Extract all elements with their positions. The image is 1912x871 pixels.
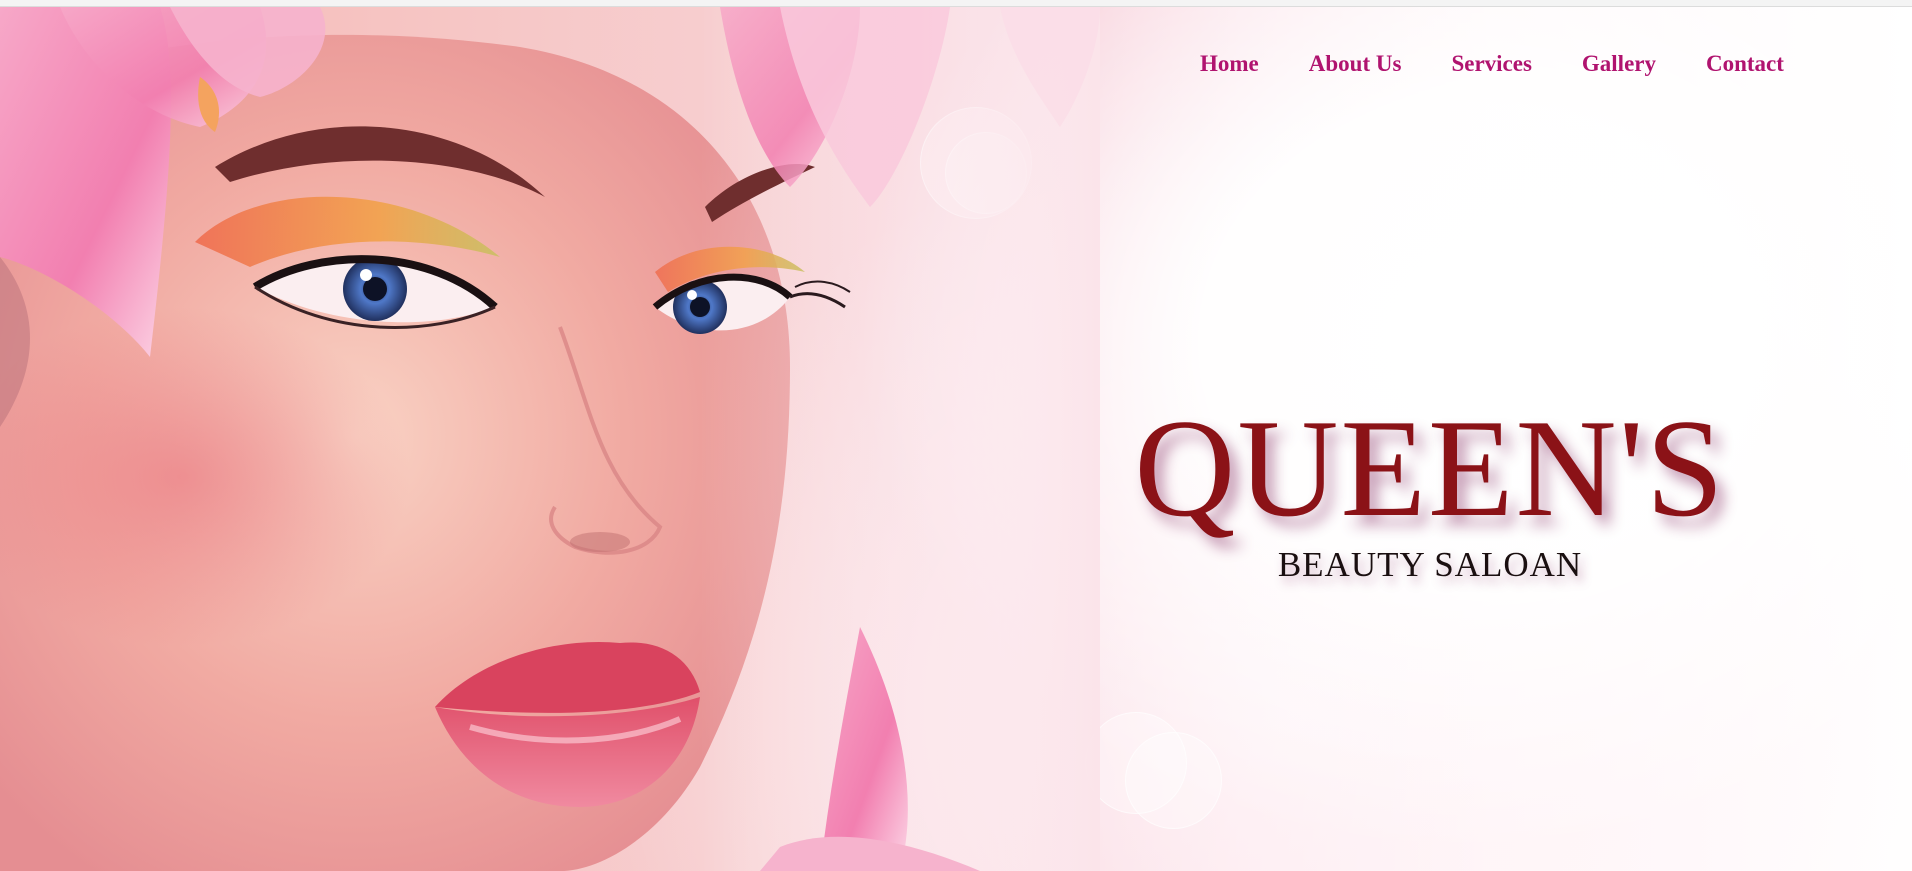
nav-link-services[interactable]: Services [1451,51,1531,77]
nav-link-contact[interactable]: Contact [1706,51,1784,77]
bokeh-light [1125,732,1222,829]
main-navigation: Home About Us Services Gallery Contact [1200,51,1834,77]
nav-link-home[interactable]: Home [1200,51,1259,77]
nav-link-about-us[interactable]: About Us [1309,51,1402,77]
browser-top-border [0,0,1912,7]
brand-title: QUEEN'S [1134,391,1726,546]
brand-subtitle: BEAUTY SALOAN [1277,545,1583,584]
hero-brand: QUEEN'S BEAUTY SALOAN [1120,399,1740,585]
nav-link-gallery[interactable]: Gallery [1582,51,1656,77]
beauty-model-illustration [0,7,1100,871]
hero-section: Home About Us Services Gallery Contact Q… [0,7,1912,871]
